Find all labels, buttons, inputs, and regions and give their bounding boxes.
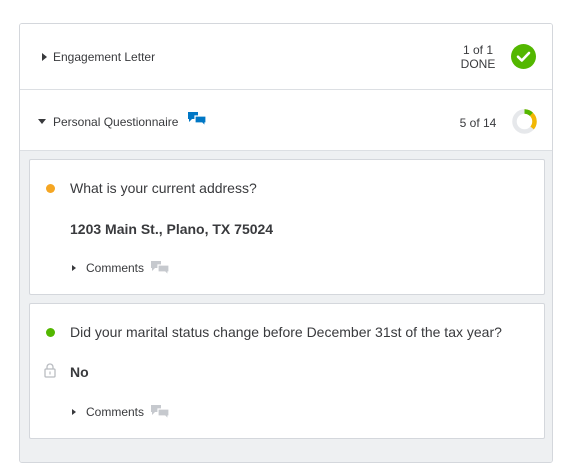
section-personal-questionnaire[interactable]: Personal Questionnaire 5 of 14 <box>20 90 552 151</box>
section-status: DONE <box>460 57 496 71</box>
comments-label[interactable]: Comments <box>86 405 144 419</box>
comments-label[interactable]: Comments <box>86 261 144 275</box>
question-text: What is your current address? <box>70 180 257 196</box>
caret-right-icon[interactable] <box>72 265 76 271</box>
section-count: 5 of 14 <box>459 116 497 130</box>
organizer-panel: Engagement Letter 1 of 1 DONE Personal Q… <box>19 23 553 463</box>
comments-icon[interactable] <box>187 111 207 128</box>
section-title[interactable]: Engagement Letter <box>53 50 155 64</box>
caret-down-icon[interactable] <box>38 119 46 124</box>
section-progress: 1 of 1 DONE <box>452 43 504 71</box>
comments-icon[interactable] <box>150 404 170 421</box>
question-card: Did your marital status change before De… <box>29 303 545 439</box>
section-count: 1 of 1 <box>462 43 494 57</box>
check-circle-icon <box>511 44 536 69</box>
section-engagement-letter[interactable]: Engagement Letter 1 of 1 DONE <box>20 24 552 90</box>
questions-area: What is your current address? 1203 Main … <box>20 151 552 462</box>
lock-icon <box>44 363 56 378</box>
section-title[interactable]: Personal Questionnaire <box>53 115 178 129</box>
answer-text[interactable]: 1203 Main St., Plano, TX 75024 <box>70 221 273 237</box>
question-card: What is your current address? 1203 Main … <box>29 159 545 295</box>
answer-text: No <box>70 364 89 380</box>
caret-right-icon[interactable] <box>42 53 47 61</box>
progress-ring-icon <box>512 109 537 134</box>
status-dot-pending <box>46 184 55 193</box>
comments-icon[interactable] <box>150 260 170 277</box>
question-text: Did your marital status change before De… <box>70 324 502 340</box>
status-dot-complete <box>46 328 55 337</box>
caret-right-icon[interactable] <box>72 409 76 415</box>
